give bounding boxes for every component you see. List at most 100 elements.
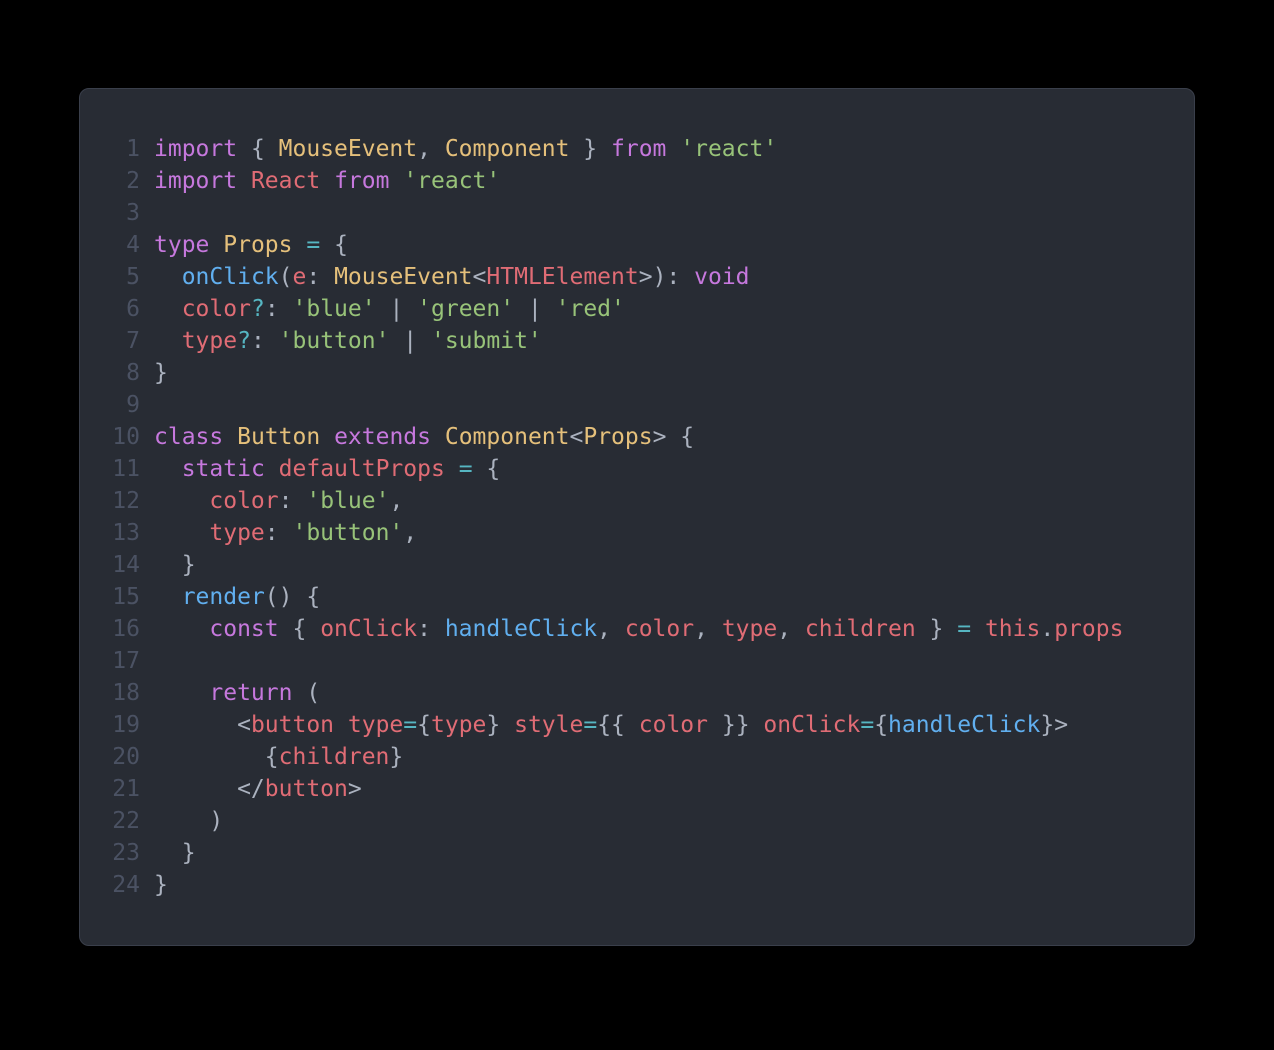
token-def: , <box>389 488 403 514</box>
line-number: 7 <box>108 325 154 357</box>
line-number: 14 <box>108 549 154 581</box>
line-content[interactable] <box>154 389 1154 421</box>
line-number: 1 <box>108 133 154 165</box>
token-kw: from <box>611 136 666 162</box>
line-content[interactable]: </button> <box>154 773 1154 805</box>
line-content[interactable]: type: 'button', <box>154 517 1154 549</box>
token-def: { <box>154 744 279 770</box>
line-content[interactable]: static defaultProps = { <box>154 453 1154 485</box>
code-line[interactable]: 8} <box>108 357 1154 389</box>
line-content[interactable]: render() { <box>154 581 1154 613</box>
token-op: ? <box>237 328 251 354</box>
line-content[interactable]: } <box>154 837 1154 869</box>
line-number: 15 <box>108 581 154 613</box>
line-content[interactable]: type Props = { <box>154 229 1154 261</box>
token-def: | <box>514 296 556 322</box>
token-id-b: onClick <box>182 264 279 290</box>
token-kw2: this <box>985 616 1040 642</box>
line-content[interactable]: class Button extends Component<Props> { <box>154 421 1154 453</box>
line-number: 23 <box>108 837 154 869</box>
line-content[interactable]: ) <box>154 805 1154 837</box>
code-line[interactable]: 5 onClick(e: MouseEvent<HTMLElement>): v… <box>108 261 1154 293</box>
token-str: 'blue' <box>293 296 376 322</box>
line-content[interactable]: return ( <box>154 677 1154 709</box>
line-content[interactable]: } <box>154 549 1154 581</box>
token-kw: import <box>154 136 237 162</box>
code-line[interactable]: 14 } <box>108 549 1154 581</box>
line-content[interactable]: color: 'blue', <box>154 485 1154 517</box>
code-line[interactable]: 4type Props = { <box>108 229 1154 261</box>
code-line[interactable]: 16 const { onClick: handleClick, color, … <box>108 613 1154 645</box>
token-id-b: render <box>182 584 265 610</box>
code-line[interactable]: 20 {children} <box>108 741 1154 773</box>
line-number: 9 <box>108 389 154 421</box>
code-line[interactable]: 22 ) <box>108 805 1154 837</box>
token-def: , <box>694 616 722 642</box>
token-def <box>154 296 182 322</box>
line-number: 5 <box>108 261 154 293</box>
token-str: 'red' <box>556 296 625 322</box>
token-id-r: style <box>514 712 583 738</box>
code-line[interactable]: 12 color: 'blue', <box>108 485 1154 517</box>
line-content[interactable]: import React from 'react' <box>154 165 1154 197</box>
token-op: = <box>957 616 971 642</box>
code-block[interactable]: 1import { MouseEvent, Component } from '… <box>108 133 1154 901</box>
line-number: 6 <box>108 293 154 325</box>
token-def <box>293 232 307 258</box>
code-line[interactable]: 15 render() { <box>108 581 1154 613</box>
token-def <box>154 520 209 546</box>
token-id-y: Button <box>237 424 320 450</box>
code-line[interactable]: 6 color?: 'blue' | 'green' | 'red' <box>108 293 1154 325</box>
code-line[interactable]: 13 type: 'button', <box>108 517 1154 549</box>
token-id-b: handleClick <box>445 616 597 642</box>
token-kw: const <box>209 616 278 642</box>
token-id-r: type <box>348 712 403 738</box>
code-line[interactable]: 10class Button extends Component<Props> … <box>108 421 1154 453</box>
token-id-r: color <box>625 616 694 642</box>
code-line[interactable]: 11 static defaultProps = { <box>108 453 1154 485</box>
code-line[interactable]: 3 <box>108 197 1154 229</box>
token-id-y: MouseEvent <box>279 136 417 162</box>
code-line[interactable]: 23 } <box>108 837 1154 869</box>
token-def: : <box>279 488 307 514</box>
line-content[interactable]: color?: 'blue' | 'green' | 'red' <box>154 293 1154 325</box>
line-number: 21 <box>108 773 154 805</box>
line-number: 13 <box>108 517 154 549</box>
line-content[interactable] <box>154 645 1154 677</box>
line-content[interactable]: import { MouseEvent, Component } from 'r… <box>154 133 1154 165</box>
token-def: }} <box>708 712 763 738</box>
token-def: > <box>348 776 362 802</box>
line-number: 8 <box>108 357 154 389</box>
token-id-r: HTMLElement <box>486 264 638 290</box>
token-id-r: type <box>431 712 486 738</box>
line-content[interactable] <box>154 197 1154 229</box>
code-line[interactable]: 19 <button type={type} style={{ color }}… <box>108 709 1154 741</box>
token-def: } <box>154 360 168 386</box>
code-line[interactable]: 24} <box>108 869 1154 901</box>
token-str: 'green' <box>417 296 514 322</box>
code-line[interactable]: 7 type?: 'button' | 'submit' <box>108 325 1154 357</box>
token-def: , <box>403 520 417 546</box>
line-content[interactable]: onClick(e: MouseEvent<HTMLElement>): voi… <box>154 261 1154 293</box>
token-op: = <box>306 232 320 258</box>
code-line[interactable]: 21 </button> <box>108 773 1154 805</box>
code-line[interactable]: 2import React from 'react' <box>108 165 1154 197</box>
line-content[interactable]: {children} <box>154 741 1154 773</box>
code-line[interactable]: 9 <box>108 389 1154 421</box>
token-id-y: Props <box>583 424 652 450</box>
line-content[interactable]: } <box>154 869 1154 901</box>
token-op: = <box>459 456 473 482</box>
line-content[interactable]: } <box>154 357 1154 389</box>
token-id-y: Props <box>223 232 292 258</box>
code-line[interactable]: 17 <box>108 645 1154 677</box>
token-def: { <box>237 136 279 162</box>
token-def: . <box>1040 616 1054 642</box>
token-def: () { <box>265 584 320 610</box>
line-content[interactable]: type?: 'button' | 'submit' <box>154 325 1154 357</box>
line-content[interactable]: const { onClick: handleClick, color, typ… <box>154 613 1154 645</box>
code-line[interactable]: 1import { MouseEvent, Component } from '… <box>108 133 1154 165</box>
token-def: < <box>569 424 583 450</box>
code-line[interactable]: 18 return ( <box>108 677 1154 709</box>
line-content[interactable]: <button type={type} style={{ color }} on… <box>154 709 1154 741</box>
token-id-r: color <box>182 296 251 322</box>
